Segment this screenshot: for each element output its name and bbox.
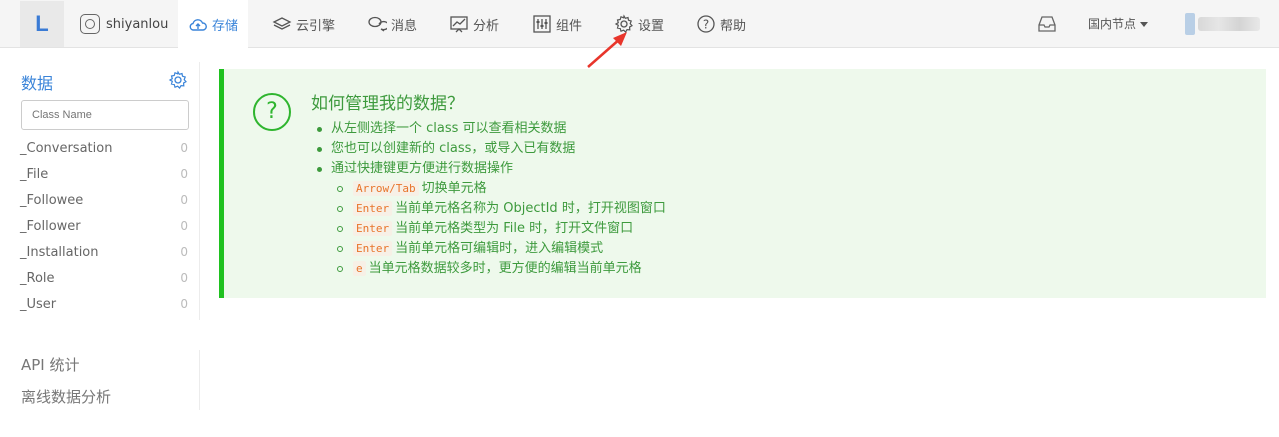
class-item-conversation[interactable]: _Conversation 0	[20, 141, 190, 156]
help-title: 如何管理我的数据？	[311, 94, 464, 114]
svg-text:?: ?	[703, 18, 709, 32]
help-panel: ? 如何管理我的数据？ 从左侧选择一个 class 可以查看相关数据 您也可以创…	[219, 69, 1266, 298]
chat-icon	[368, 16, 387, 32]
avatar[interactable]	[1185, 13, 1195, 35]
gear-icon[interactable]	[168, 70, 188, 90]
class-name: _Follower	[20, 219, 81, 234]
help-icon: ?	[697, 15, 715, 33]
app-icon	[80, 14, 100, 34]
nav-label: 云引擎	[296, 18, 336, 34]
class-name: _User	[20, 297, 57, 312]
logo[interactable]: L	[20, 1, 64, 47]
class-count: 0	[180, 167, 188, 181]
class-count: 0	[180, 271, 188, 285]
class-item-role[interactable]: _Role 0	[20, 271, 190, 286]
class-item-follower[interactable]: _Follower 0	[20, 219, 190, 234]
nav-help[interactable]: ? 帮助	[686, 0, 756, 48]
sidebar-divider	[199, 350, 200, 410]
class-item-user[interactable]: _User 0	[20, 297, 190, 312]
help-list: 从左侧选择一个 class 可以查看相关数据 您也可以创建新的 class，或导…	[311, 119, 666, 279]
sidebar-link-api-stats[interactable]: API 统计	[21, 354, 80, 375]
class-name: _Installation	[20, 245, 99, 260]
nav-label: 组件	[556, 18, 583, 34]
shortcut-item: Enter 当前单元格类型为 File 时，打开文件窗口	[311, 219, 666, 239]
shortcut-item: e 当单元格数据较多时，更方便的编辑当前单元格	[311, 259, 666, 279]
region-label: 国内节点	[1088, 17, 1137, 31]
shortcut-desc: 当前单元格可编辑时，进入编辑模式	[395, 241, 604, 256]
class-count: 0	[180, 193, 188, 207]
shortcut-key: Arrow/Tab	[353, 181, 419, 196]
nav-label: 存储	[212, 19, 239, 34]
help-bullet: 通过快捷键更方便进行数据操作	[311, 159, 666, 179]
app-name: shiyanlou	[106, 16, 169, 32]
class-name: _Conversation	[20, 141, 113, 156]
sidebar-title: 数据	[21, 74, 54, 93]
shortcut-key: Enter	[353, 201, 393, 216]
class-search-input[interactable]	[21, 100, 189, 130]
nav-label: 设置	[638, 18, 665, 34]
shortcut-key: Enter	[353, 241, 393, 256]
shortcut-item: Enter 当前单元格可编辑时，进入编辑模式	[311, 239, 666, 259]
class-name: _Role	[20, 271, 55, 286]
inbox-icon[interactable]	[1036, 13, 1058, 35]
cloud-upload-icon	[189, 18, 207, 31]
shortcut-desc: 当前单元格名称为 ObjectId 时，打开视图窗口	[395, 201, 666, 216]
nav-cloud-engine[interactable]: 云引擎	[262, 0, 345, 48]
top-navbar: L shiyanlou 存储 云引擎 消息 分析 组件 设置 ? 帮助 国内节点	[0, 0, 1279, 49]
class-count: 0	[180, 219, 188, 233]
nav-messages[interactable]: 消息	[357, 0, 427, 48]
class-count: 0	[180, 297, 188, 311]
nav-storage[interactable]: 存储	[178, 0, 249, 49]
annotation-arrow-icon	[587, 32, 627, 68]
class-item-installation[interactable]: _Installation 0	[20, 245, 190, 260]
shortcut-item: Arrow/Tab 切换单元格	[311, 179, 666, 199]
shortcut-desc: 当单元格数据较多时，更方便的编辑当前单元格	[368, 261, 642, 276]
question-circle-icon: ?	[253, 93, 291, 131]
layers-icon	[272, 17, 292, 30]
shortcut-desc: 切换单元格	[421, 181, 487, 196]
nav-analytics[interactable]: 分析	[439, 0, 509, 48]
nav-label: 帮助	[720, 18, 747, 34]
shortcut-item: Enter 当前单元格名称为 ObjectId 时，打开视图窗口	[311, 199, 666, 219]
sliders-icon	[533, 15, 551, 33]
class-item-file[interactable]: _File 0	[20, 167, 190, 182]
help-bullet: 您也可以创建新的 class，或导入已有数据	[311, 139, 666, 159]
shortcut-key: Enter	[353, 221, 393, 236]
class-item-followee[interactable]: _Followee 0	[20, 193, 190, 208]
class-count: 0	[180, 245, 188, 259]
caret-down-icon	[1140, 22, 1149, 27]
sidebar-divider	[199, 62, 200, 320]
user-menu[interactable]	[1198, 17, 1260, 31]
app-switcher[interactable]: shiyanlou	[80, 13, 168, 35]
class-count: 0	[180, 141, 188, 155]
analytics-icon	[450, 16, 468, 33]
class-name: _File	[20, 167, 49, 182]
help-bullet: 从左侧选择一个 class 可以查看相关数据	[311, 119, 666, 139]
nav-label: 消息	[391, 18, 418, 34]
shortcut-key: e	[353, 261, 366, 276]
shortcut-desc: 当前单元格类型为 File 时，打开文件窗口	[395, 221, 634, 236]
nav-label: 分析	[473, 18, 500, 34]
region-dropdown[interactable]: 国内节点	[1088, 15, 1149, 32]
sidebar-link-offline-analysis[interactable]: 离线数据分析	[21, 386, 111, 407]
class-name: _Followee	[20, 193, 84, 208]
nav-components[interactable]: 组件	[522, 0, 592, 48]
